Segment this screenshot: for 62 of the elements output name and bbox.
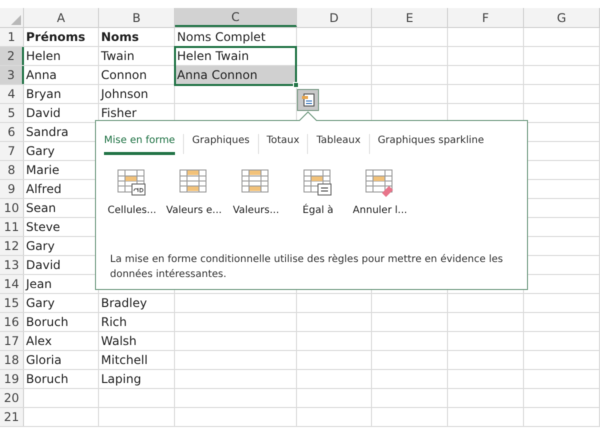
table-cell: Gloria <box>24 351 99 369</box>
table-cell: Alex <box>24 332 99 350</box>
quick-analysis-button[interactable] <box>297 89 319 111</box>
row-header[interactable]: 20 <box>0 389 24 407</box>
column-header[interactable]: C <box>175 8 297 27</box>
format-option-button[interactable]: Annuler l... <box>352 169 408 218</box>
row-header[interactable]: 12 <box>0 237 24 255</box>
row-header[interactable]: 4 <box>0 85 24 103</box>
row-header[interactable]: 13 <box>0 256 24 274</box>
quick-analysis-icon <box>301 93 315 107</box>
row-header[interactable]: 10 <box>0 199 24 217</box>
table-cell: Walsh <box>99 332 175 350</box>
column-header[interactable]: F <box>448 8 524 27</box>
format-option-button[interactable]: Valeurs e... <box>166 169 222 218</box>
table-cell: Bryan <box>24 85 99 103</box>
fill-handle[interactable] <box>293 82 299 88</box>
table-cell: Connon <box>99 66 175 84</box>
tab[interactable]: Totaux <box>266 133 300 155</box>
table-cell: Rich <box>99 313 175 331</box>
tab[interactable]: Graphiques <box>192 133 250 155</box>
row-header[interactable]: 1 <box>0 28 24 46</box>
table-cell: Anna Connon <box>175 66 297 84</box>
row-header[interactable]: 19 <box>0 370 24 388</box>
row-header[interactable]: 18 <box>0 351 24 369</box>
format-option-button[interactable]: Égal à <box>290 169 346 218</box>
eraser-table-icon <box>365 169 395 199</box>
row-header[interactable]: 3 <box>0 66 24 84</box>
table-cell: Johnson <box>99 85 175 103</box>
tab[interactable]: Tableaux <box>316 133 361 155</box>
column-header[interactable]: D <box>297 8 372 27</box>
format-option-button[interactable]: Valeurs... <box>228 169 284 218</box>
row-header[interactable]: 21 <box>0 408 24 426</box>
table-cell: Noms Complet <box>175 28 297 46</box>
row-header[interactable]: 8 <box>0 161 24 179</box>
table-cell: Anna <box>24 66 99 84</box>
table-cell: Mitchell <box>99 351 175 369</box>
row-header[interactable]: 6 <box>0 123 24 141</box>
description-text: La mise en forme conditionnelle utilise des règles pour mettre en évidence les données intéressantes. <box>110 253 504 282</box>
table-cell: Bradley <box>99 294 175 312</box>
format-option-button[interactable]: Cellules... <box>104 169 160 218</box>
row-header[interactable]: 17 <box>0 332 24 350</box>
tab[interactable]: Mise en forme <box>104 133 176 155</box>
table-cell: Gary <box>24 294 99 312</box>
row-header[interactable]: 2 <box>0 47 24 65</box>
table-cell: Laping <box>99 370 175 388</box>
row-header[interactable]: 15 <box>0 294 24 312</box>
table-cell: Boruch <box>24 313 99 331</box>
row-header[interactable]: 16 <box>0 313 24 331</box>
row-header[interactable]: 7 <box>0 142 24 160</box>
table-cell: Prénoms <box>24 28 99 46</box>
column-header[interactable]: A <box>24 8 99 27</box>
table-cell: Twain <box>99 47 175 65</box>
column-header[interactable]: E <box>372 8 448 27</box>
column-header[interactable]: G <box>524 8 600 27</box>
row-header[interactable]: 5 <box>0 104 24 122</box>
row-header[interactable]: 9 <box>0 180 24 198</box>
row-header[interactable]: 14 <box>0 275 24 293</box>
table-cell: Helen <box>24 47 99 65</box>
table-cell: Boruch <box>24 370 99 388</box>
row-header[interactable]: 11 <box>0 218 24 236</box>
tab[interactable]: Graphiques sparkline <box>378 133 484 155</box>
corner-triangle-icon <box>11 15 21 25</box>
